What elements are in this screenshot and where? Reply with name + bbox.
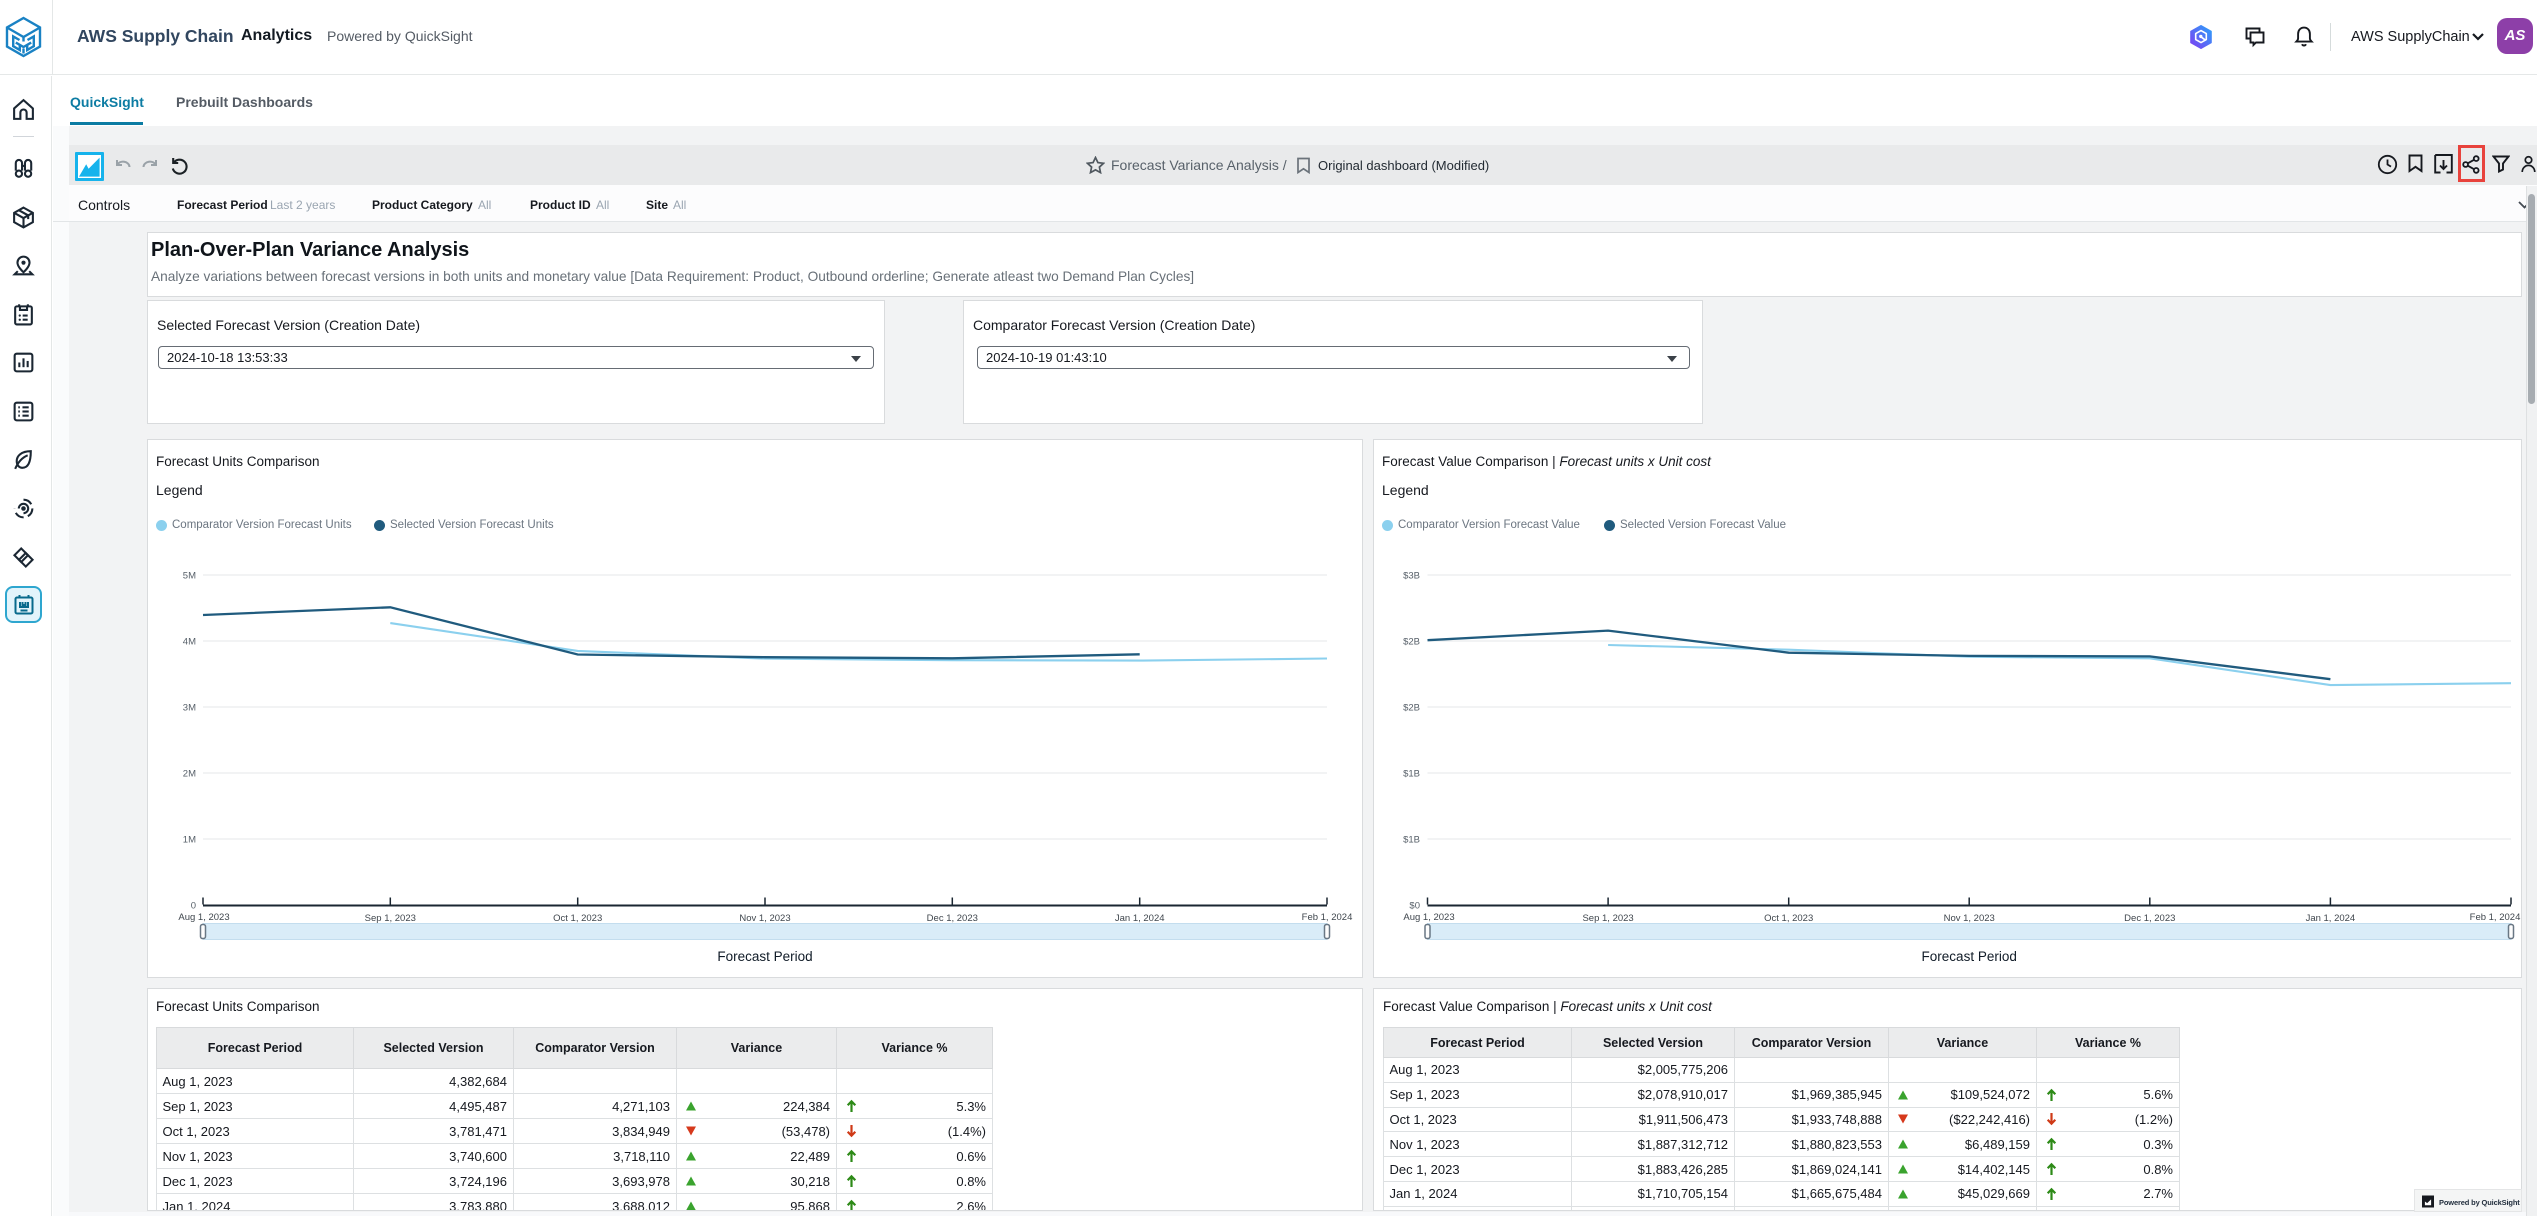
svg-text:Jan 1, 2024: Jan 1, 2024 (2306, 913, 2356, 924)
svg-text:Oct 1, 2023: Oct 1, 2023 (1764, 913, 1813, 924)
svg-text:Dec 1, 2023: Dec 1, 2023 (927, 913, 978, 924)
svg-text:$1B: $1B (1403, 835, 1420, 846)
svg-text:0: 0 (191, 901, 196, 912)
svg-text:Forecast Period: Forecast Period (717, 949, 812, 964)
svg-text:Sep 1, 2023: Sep 1, 2023 (1582, 913, 1633, 924)
svg-text:$2B: $2B (1403, 703, 1420, 714)
svg-text:Aug 1, 2023: Aug 1, 2023 (178, 912, 229, 923)
svg-text:Aug 1, 2023: Aug 1, 2023 (1403, 912, 1454, 923)
svg-text:$0: $0 (1409, 901, 1420, 912)
svg-text:Sep 1, 2023: Sep 1, 2023 (365, 913, 416, 924)
svg-text:Oct 1, 2023: Oct 1, 2023 (553, 913, 602, 924)
svg-text:5M: 5M (183, 571, 196, 582)
svg-text:Feb 1, 2024: Feb 1, 2024 (2470, 912, 2521, 923)
svg-text:Nov 1, 2023: Nov 1, 2023 (739, 913, 790, 924)
svg-text:Nov 1, 2023: Nov 1, 2023 (1944, 913, 1995, 924)
svg-text:Forecast Period: Forecast Period (1922, 949, 2017, 964)
svg-text:$3B: $3B (1403, 571, 1420, 582)
svg-text:3M: 3M (183, 703, 196, 714)
svg-text:2M: 2M (183, 769, 196, 780)
svg-text:1M: 1M (183, 835, 196, 846)
svg-text:4M: 4M (183, 637, 196, 648)
svg-text:Feb 1, 2024: Feb 1, 2024 (1302, 912, 1353, 923)
svg-text:Jan 1, 2024: Jan 1, 2024 (1115, 913, 1165, 924)
svg-text:Dec 1, 2023: Dec 1, 2023 (2124, 913, 2175, 924)
svg-text:$2B: $2B (1403, 637, 1420, 648)
svg-text:$1B: $1B (1403, 769, 1420, 780)
